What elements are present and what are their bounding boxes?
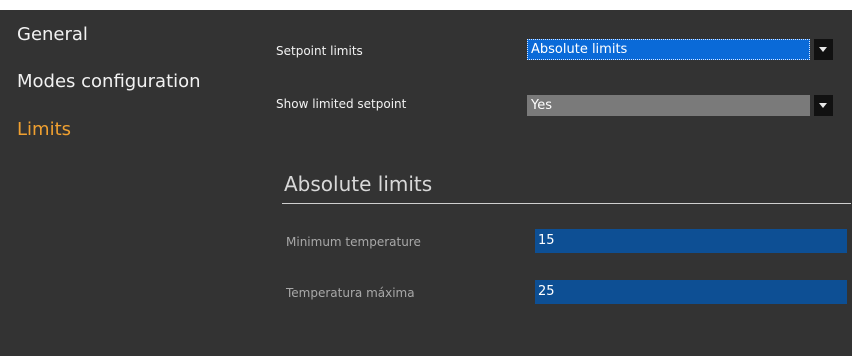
sidebar: General Modes configuration Limits <box>0 10 240 356</box>
maximum-temperature-label: Temperatura máxima <box>286 286 415 300</box>
maximum-temperature-input[interactable] <box>535 280 847 304</box>
minimum-temperature-input[interactable] <box>535 229 847 253</box>
setpoint-limits-label: Setpoint limits <box>276 44 363 58</box>
setpoint-limits-selected-value: Absolute limits <box>527 39 810 60</box>
limits-settings-panel: General Modes configuration Limits Setpo… <box>0 10 852 356</box>
show-limited-setpoint-dropdown-button[interactable] <box>814 95 833 116</box>
setpoint-limits-dropdown-button[interactable] <box>814 39 833 60</box>
chevron-down-icon <box>819 47 827 52</box>
show-limited-setpoint-selected-value: Yes <box>527 95 810 116</box>
setpoint-limits-select[interactable]: Absolute limits <box>527 39 833 60</box>
sidebar-item-general[interactable]: General <box>17 24 88 45</box>
section-title: Absolute limits <box>284 172 433 196</box>
show-limited-setpoint-select[interactable]: Yes <box>527 95 833 116</box>
show-limited-setpoint-label: Show limited setpoint <box>276 97 407 111</box>
minimum-temperature-label: Minimum temperature <box>286 235 421 249</box>
section-divider <box>282 203 851 204</box>
sidebar-item-limits[interactable]: Limits <box>17 119 71 140</box>
sidebar-item-modes-configuration[interactable]: Modes configuration <box>17 71 201 92</box>
chevron-down-icon <box>819 103 827 108</box>
